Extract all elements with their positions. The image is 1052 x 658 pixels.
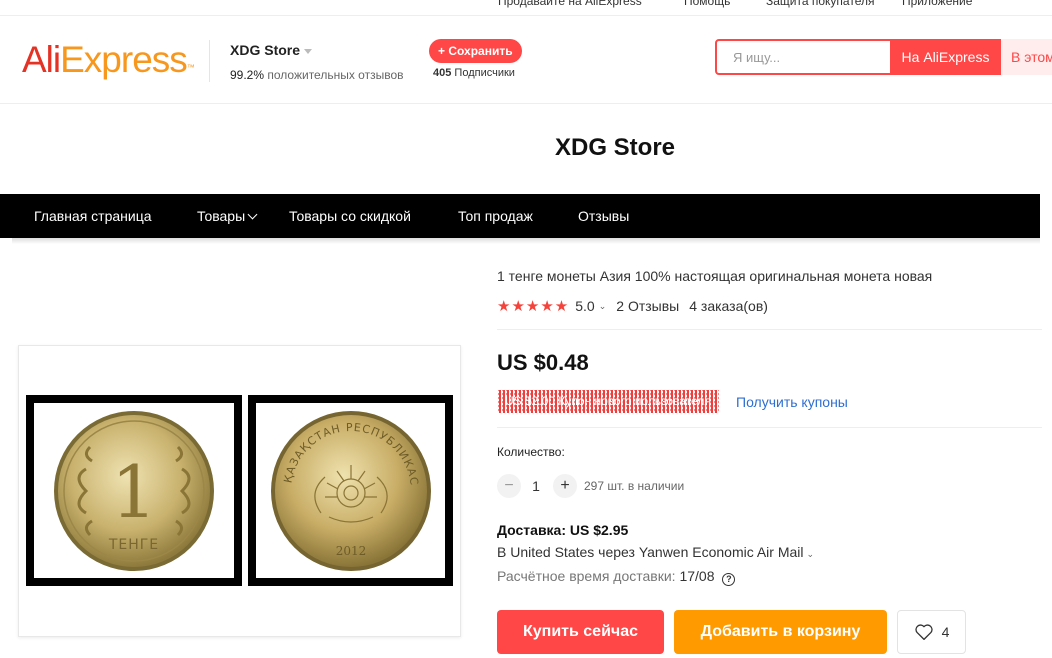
buy-now-button[interactable]: Купить сейчас bbox=[497, 610, 664, 654]
nav-sale-items[interactable]: Товары со скидкой bbox=[289, 194, 411, 238]
app-link[interactable]: Приложение bbox=[902, 0, 972, 8]
us-flag-icon[interactable] bbox=[1022, 0, 1044, 2]
help-link[interactable]: Помощь bbox=[684, 0, 730, 8]
wishlist-button[interactable]: 4 bbox=[897, 610, 966, 654]
shipping-cost: Доставка: US $2.95 bbox=[497, 522, 629, 538]
followers: 405 Подписчики bbox=[433, 67, 515, 79]
chevron-down-icon: ⌄ bbox=[806, 549, 815, 559]
chevron-down-icon[interactable]: ⌄ bbox=[599, 301, 607, 312]
followers-label: Подписчики bbox=[454, 67, 515, 79]
nav-top-selling[interactable]: Топ продаж bbox=[458, 194, 533, 238]
nav-top-label: Топ продаж bbox=[458, 208, 533, 224]
add-to-cart-button[interactable]: Добавить в корзину bbox=[674, 610, 887, 654]
quantity-value[interactable]: 1 bbox=[529, 478, 543, 494]
coin-currency-text: ТЕНГЕ bbox=[108, 537, 159, 553]
orders-count: 4 заказа(ов) bbox=[689, 298, 768, 314]
nav-products[interactable]: Товары bbox=[197, 194, 258, 238]
new-user-coupon-badge[interactable]: US $2.00 Купон нового пользователя bbox=[497, 390, 719, 413]
store-name: XDG Store bbox=[230, 42, 301, 58]
reviews-link[interactable]: 2 Отзывы bbox=[616, 298, 679, 314]
nav-home-label: Главная страница bbox=[34, 208, 152, 224]
chevron-down-icon bbox=[247, 209, 258, 220]
coin-front-graphic: 1 ТЕНГЕ bbox=[54, 410, 214, 571]
delivery-estimate: Расчётное время доставки: 17/08 ? bbox=[497, 568, 736, 586]
coin-front-image[interactable]: 1 ТЕНГЕ bbox=[26, 395, 242, 586]
header-divider bbox=[209, 40, 210, 82]
logo-ali-text: Ali bbox=[22, 39, 61, 80]
divider bbox=[497, 329, 1042, 330]
site-header: AliExpress™ XDG Store 99.2% положительны… bbox=[0, 16, 1052, 104]
followers-count: 405 bbox=[433, 67, 452, 79]
store-nav: Главная страница Товары Товары со скидко… bbox=[12, 194, 1040, 238]
search-bar: На AliExpress В этом магазине bbox=[715, 39, 1052, 75]
rating-value[interactable]: 5.0 bbox=[575, 298, 594, 314]
wishlist-count: 4 bbox=[941, 624, 950, 640]
heart-icon bbox=[914, 624, 933, 641]
logo-express-text: Express bbox=[60, 39, 188, 80]
positive-label: положительных отзывов bbox=[267, 68, 404, 82]
quantity-label: Количество: bbox=[497, 445, 565, 459]
shipping-method-dropdown[interactable]: В United States через Yanwen Economic Ai… bbox=[497, 544, 814, 560]
caret-down-icon bbox=[304, 48, 313, 54]
coin-back-graphic: ҚАЗАҚСТАН РЕСПУБЛИКАСЫ 2012 bbox=[269, 409, 431, 571]
get-coupons-link[interactable]: Получить купоны bbox=[736, 394, 848, 410]
coin-denomination: 1 bbox=[111, 450, 157, 534]
rating-row: ★★★★★ 5.0 ⌄ 2 Отзывы 4 заказа(ов) bbox=[497, 297, 768, 315]
eta-label: Расчётное время доставки: bbox=[497, 568, 676, 584]
search-input[interactable] bbox=[717, 41, 890, 73]
nav-sale-label: Товары со скидкой bbox=[289, 208, 411, 224]
search-aliexpress-button[interactable]: На AliExpress bbox=[890, 39, 1001, 75]
nav-reviews-label: Отзывы bbox=[578, 208, 630, 224]
coin-back-image[interactable]: ҚАЗАҚСТАН РЕСПУБЛИКАСЫ 2012 bbox=[248, 395, 453, 586]
search-store-button[interactable]: В этом магазине bbox=[1001, 39, 1052, 75]
quantity-decrease-button[interactable]: − bbox=[497, 474, 521, 498]
positive-percent: 99.2% bbox=[230, 68, 265, 82]
aliexpress-logo[interactable]: AliExpress™ bbox=[22, 38, 195, 82]
nav-shadow bbox=[12, 238, 1040, 244]
store-name-dropdown[interactable]: XDG Store bbox=[230, 42, 313, 58]
coin-year: 2012 bbox=[335, 544, 366, 558]
star-rating-icon: ★★★★★ bbox=[497, 298, 570, 315]
eta-value: 17/08 bbox=[679, 568, 715, 584]
help-icon[interactable]: ? bbox=[722, 573, 736, 586]
buyer-protection-link[interactable]: Защита покупателя bbox=[766, 0, 874, 8]
coin-front-background: 1 ТЕНГЕ bbox=[34, 403, 234, 578]
sell-on-aliexpress-link[interactable]: Продавайте на AliExpress bbox=[498, 0, 642, 8]
shipping-method-text: В United States через Yanwen Economic Ai… bbox=[497, 544, 804, 560]
divider bbox=[497, 427, 1042, 428]
nav-products-label: Товары bbox=[197, 208, 246, 224]
coin-back-background: ҚАЗАҚСТАН РЕСПУБЛИКАСЫ 2012 bbox=[256, 403, 445, 578]
quantity-increase-button[interactable]: + bbox=[553, 474, 577, 498]
nav-home[interactable]: Главная страница bbox=[34, 194, 152, 238]
product-price: US $0.48 bbox=[497, 350, 589, 375]
nav-reviews[interactable]: Отзывы bbox=[578, 194, 629, 238]
store-positive-feedback: 99.2% положительных отзывов bbox=[230, 68, 404, 82]
product-image-gallery[interactable]: 1 ТЕНГЕ ҚАЗАҚСТАН РЕСПУБЛИКАСЫ bbox=[18, 345, 461, 637]
nav-edge bbox=[0, 194, 12, 238]
logo-trademark: ™ bbox=[186, 63, 195, 72]
top-utility-bar: Продавайте на AliExpress Помощь Защита п… bbox=[0, 0, 1052, 16]
save-store-button[interactable]: + Сохранить bbox=[429, 39, 522, 63]
product-title: 1 тенге монеты Азия 100% настоящая ориги… bbox=[497, 268, 933, 284]
stock-available: 297 шт. в наличии bbox=[584, 479, 685, 493]
store-banner-title: XDG Store bbox=[554, 134, 676, 161]
